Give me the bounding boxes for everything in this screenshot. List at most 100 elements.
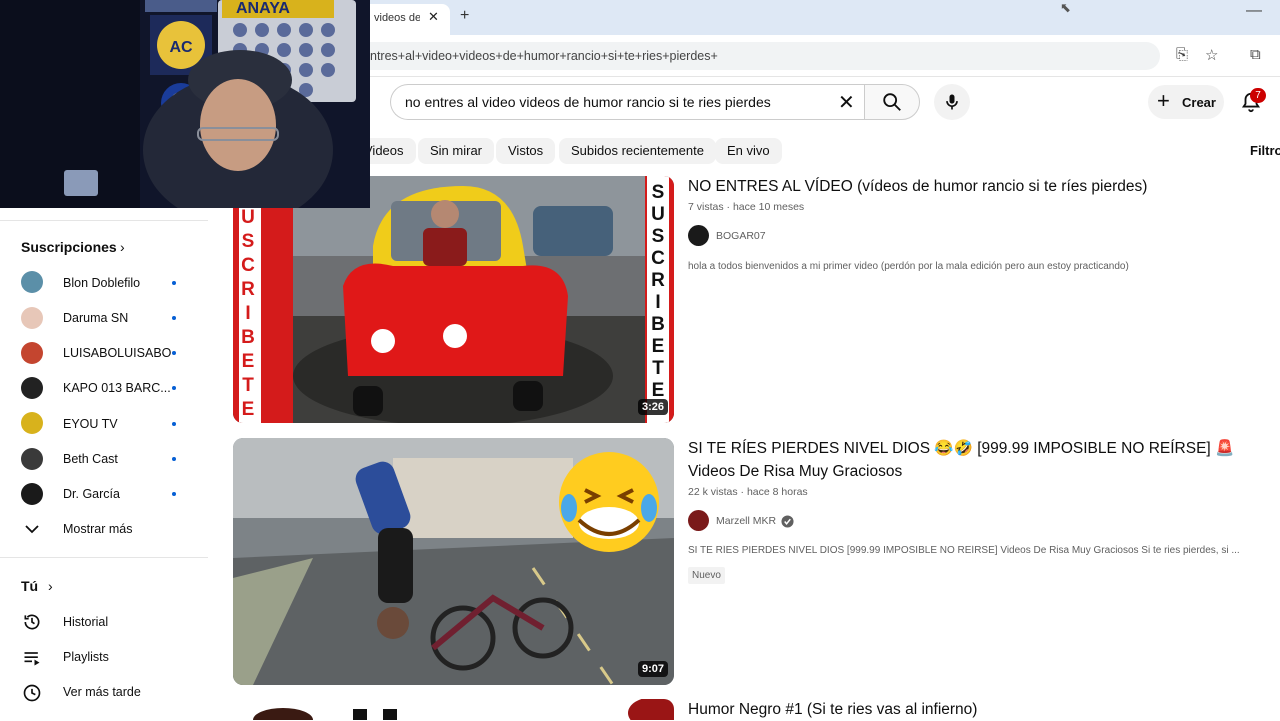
sidebar-divider <box>0 220 208 221</box>
mouse-cursor-icon: ⬉ <box>1060 0 1071 15</box>
browser-tab[interactable]: videos de ✕ <box>362 4 450 35</box>
search-button[interactable] <box>864 84 920 120</box>
channel-name[interactable]: Marzell MKR <box>716 515 776 527</box>
channel-avatar[interactable] <box>688 510 709 531</box>
sidebar-divider <box>0 557 208 558</box>
address-bar[interactable]: ntres+al+video+videos+de+humor+rancio+si… <box>350 42 1160 70</box>
tab-close-icon[interactable]: ✕ <box>428 9 439 25</box>
video-title[interactable]: SI TE RÍES PIERDES NIVEL DIOS 😂🤣 [999.99… <box>688 437 1268 483</box>
subscription-name: Beth Cast <box>63 452 118 466</box>
filters-button[interactable]: Filtro <box>1250 143 1280 158</box>
watch-later-icon <box>23 684 41 702</box>
subscription-name: EYOU TV <box>63 417 118 431</box>
thumb-letter: T <box>242 375 254 396</box>
thumb-letter: E <box>241 351 255 372</box>
thumb-letter: U <box>651 204 665 225</box>
subscription-name: Daruma SN <box>63 311 129 325</box>
subscription-name: KAPO 013 BARC... <box>63 381 171 395</box>
new-content-dot <box>172 316 176 320</box>
video-thumbnail[interactable]: S U S C R I B E T E S U S C R I B E T E … <box>233 176 674 423</box>
channel-avatar[interactable] <box>688 225 709 246</box>
new-content-dot <box>172 422 176 426</box>
video-meta: 22 k vistas · hace 8 horas <box>688 486 808 498</box>
chip-sin-mirar[interactable]: Sin mirar <box>418 138 495 164</box>
thumbnail-overlay-text-left: S U S C R I B E T E <box>235 176 261 423</box>
video-description: hola a todos bienvenidos a mi primer vid… <box>688 261 1129 272</box>
video-title[interactable]: Humor Negro #1 (Si te ries vas al infier… <box>688 698 1268 721</box>
subscription-name: Blon Doblefilo <box>63 276 141 290</box>
video-title[interactable]: NO ENTRES AL VÍDEO (vídeos de humor ranc… <box>688 175 1268 198</box>
thumb-letter: T <box>652 358 664 379</box>
search-box <box>390 84 864 120</box>
thumb-letter: S <box>241 231 255 252</box>
channel-name[interactable]: BOGAR07 <box>716 230 766 242</box>
subscriptions-heading[interactable]: Suscripciones <box>21 239 117 255</box>
subscription-name: Dr. García <box>63 487 120 501</box>
you-heading[interactable]: Tú <box>21 578 38 594</box>
video-thumbnail[interactable]: 9:07 <box>233 438 674 685</box>
view-count: 22 k vistas <box>688 486 738 498</box>
view-count: 7 vistas <box>688 201 724 213</box>
voice-search-button[interactable] <box>934 84 970 120</box>
avatar <box>21 448 43 470</box>
upload-age: hace 8 horas <box>746 486 808 498</box>
video-duration: 3:26 <box>637 399 668 415</box>
thumbnail-image <box>233 176 674 423</box>
verified-check-icon <box>781 515 794 528</box>
thumb-letter: R <box>241 279 255 300</box>
avatar <box>21 483 43 505</box>
show-more-label: Mostrar más <box>63 522 133 536</box>
clear-search-icon[interactable]: ✕ <box>838 90 855 115</box>
plus-icon: + <box>1157 88 1170 113</box>
thumb-letter: S <box>651 182 665 203</box>
create-button[interactable]: + Crear <box>1148 85 1224 119</box>
extensions-icon[interactable]: ⧉ <box>1250 46 1261 63</box>
bookmark-star-icon[interactable]: ☆ <box>1205 46 1218 64</box>
new-content-dot <box>172 492 176 496</box>
chevron-down-icon <box>25 525 39 534</box>
url-text: ntres+al+video+videos+de+humor+rancio+si… <box>370 49 718 63</box>
webcam-overlay: AC ANAYA <box>0 0 370 208</box>
avatar <box>21 377 43 399</box>
sidebar-item-label: Ver más tarde <box>63 685 141 699</box>
thumbnail-image <box>233 699 674 720</box>
search-icon <box>883 93 901 111</box>
subscription-name: LUISABOLUISABO <box>63 346 172 360</box>
thumb-letter: C <box>241 255 255 276</box>
new-tab-icon[interactable]: + <box>460 7 469 25</box>
new-content-dot <box>172 281 176 285</box>
thumb-letter: B <box>241 327 255 348</box>
thumb-letter: E <box>651 336 665 357</box>
upload-age: hace 10 meses <box>732 201 805 213</box>
chevron-right-icon[interactable]: › <box>48 578 53 594</box>
tab-title: videos de <box>374 12 420 24</box>
thumb-letter: S <box>651 226 665 247</box>
sidebar-item-label: Playlists <box>63 650 109 664</box>
chip-en-vivo[interactable]: En vivo <box>715 138 782 164</box>
thumb-letter: I <box>245 303 251 324</box>
thumbnail-overlay-text-right: S U S C R I B E T E <box>647 176 669 423</box>
notification-count-badge: 7 <box>1250 88 1266 103</box>
sidebar-item-label: Historial <box>63 615 109 629</box>
svg-text:AC: AC <box>169 39 193 56</box>
chevron-right-icon[interactable]: › <box>120 239 125 255</box>
new-content-dot <box>172 457 176 461</box>
thumb-letter: C <box>651 248 665 269</box>
video-description: SI TE RÍES PIERDES NIVEL DIOS [999.99 IM… <box>688 545 1240 556</box>
video-duration: 9:07 <box>637 661 668 677</box>
video-thumbnail[interactable] <box>233 699 674 720</box>
new-content-dot <box>172 351 176 355</box>
new-badge: Nuevo <box>688 567 725 584</box>
thumb-letter: U <box>241 207 255 228</box>
avatar <box>21 307 43 329</box>
avatar <box>21 412 43 434</box>
new-content-dot <box>172 386 176 390</box>
webcam-banner-text: ANAYA <box>236 0 290 17</box>
chip-subidos-recientemente[interactable]: Subidos recientemente <box>559 138 716 164</box>
history-icon <box>24 614 40 630</box>
create-label: Crear <box>1182 95 1216 110</box>
minimize-window-icon[interactable]: — <box>1246 2 1262 20</box>
install-app-icon[interactable]: ⎘ <box>1176 46 1188 63</box>
search-input[interactable] <box>405 94 835 110</box>
chip-vistos[interactable]: Vistos <box>496 138 556 164</box>
